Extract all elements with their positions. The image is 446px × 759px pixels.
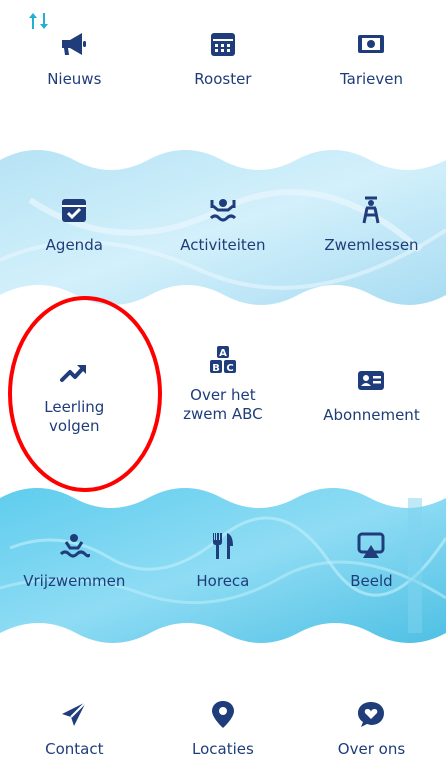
menu-row-5: Contact Locaties Over ons: [0, 698, 446, 759]
abc-blocks-icon: ABC: [207, 344, 239, 376]
map-pin-icon: [207, 698, 239, 730]
menu-row-4: Vrijzwemmen Horeca Beeld: [0, 530, 446, 591]
airplay-icon: [355, 530, 387, 562]
menu-row-2: Agenda Activiteiten Zwemlessen: [0, 194, 446, 255]
menu-item-label: Agenda: [45, 236, 103, 254]
menu-item-label: Nieuws: [47, 70, 102, 88]
id-card-icon: [355, 364, 387, 396]
menu-item-label: Locaties: [191, 740, 254, 758]
menu-item-label: Over ons: [337, 740, 406, 758]
megaphone-icon: [58, 28, 90, 60]
menu-item-label: Leerling volgen: [44, 398, 105, 435]
menu-item-tarieven[interactable]: Tarieven: [297, 28, 446, 89]
menu-item-rooster[interactable]: Rooster: [149, 28, 298, 89]
calendar-check-icon: [58, 194, 90, 226]
menu-item-label: Beeld: [350, 572, 393, 590]
menu-item-horeca[interactable]: Horeca: [149, 530, 298, 591]
fork-knife-icon: [207, 530, 239, 562]
trend-up-icon: [58, 356, 90, 388]
menu-item-locaties[interactable]: Locaties: [149, 698, 298, 759]
menu-item-label: Tarieven: [339, 70, 403, 88]
lifeguard-chair-icon: [355, 194, 387, 226]
menu-item-agenda[interactable]: Agenda: [0, 194, 149, 255]
svg-text:A: A: [219, 348, 227, 359]
menu-row-1: Nieuws Rooster Tarieven: [0, 28, 446, 89]
menu-item-nieuws[interactable]: Nieuws: [0, 28, 149, 89]
menu-item-over-het-zwem-abc[interactable]: ABC Over het zwem ABC: [149, 344, 298, 436]
menu-item-abonnement[interactable]: Abonnement: [297, 356, 446, 436]
menu-item-label: Rooster: [194, 70, 252, 88]
menu-item-activiteiten[interactable]: Activiteiten: [149, 194, 298, 255]
money-icon: [355, 28, 387, 60]
menu-item-leerling-volgen[interactable]: Leerling volgen: [0, 356, 149, 436]
chat-heart-icon: [355, 698, 387, 730]
calendar-icon: [207, 28, 239, 60]
send-icon: [58, 698, 90, 730]
svg-text:C: C: [226, 363, 233, 374]
menu-item-zwemlessen[interactable]: Zwemlessen: [297, 194, 446, 255]
menu-item-label: Zwemlessen: [324, 236, 419, 254]
menu-item-label: Activiteiten: [180, 236, 266, 254]
menu-item-contact[interactable]: Contact: [0, 698, 149, 759]
menu-item-label: Horeca: [196, 572, 250, 590]
aqua-fitness-icon: [207, 194, 239, 226]
menu-row-3: Leerling volgen ABC Over het zwem ABC Ab…: [0, 346, 446, 436]
menu-item-over-ons[interactable]: Over ons: [297, 698, 446, 759]
svg-text:B: B: [212, 363, 220, 374]
menu-item-label: Over het zwem ABC: [183, 386, 263, 423]
menu-item-label: Abonnement: [323, 406, 420, 424]
menu-item-label: Vrijzwemmen: [23, 572, 126, 590]
swimmer-icon: [58, 530, 91, 562]
menu-item-vrijzwemmen[interactable]: Vrijzwemmen: [0, 530, 149, 591]
menu-item-label: Contact: [45, 740, 104, 758]
menu-item-beeld[interactable]: Beeld: [297, 530, 446, 591]
